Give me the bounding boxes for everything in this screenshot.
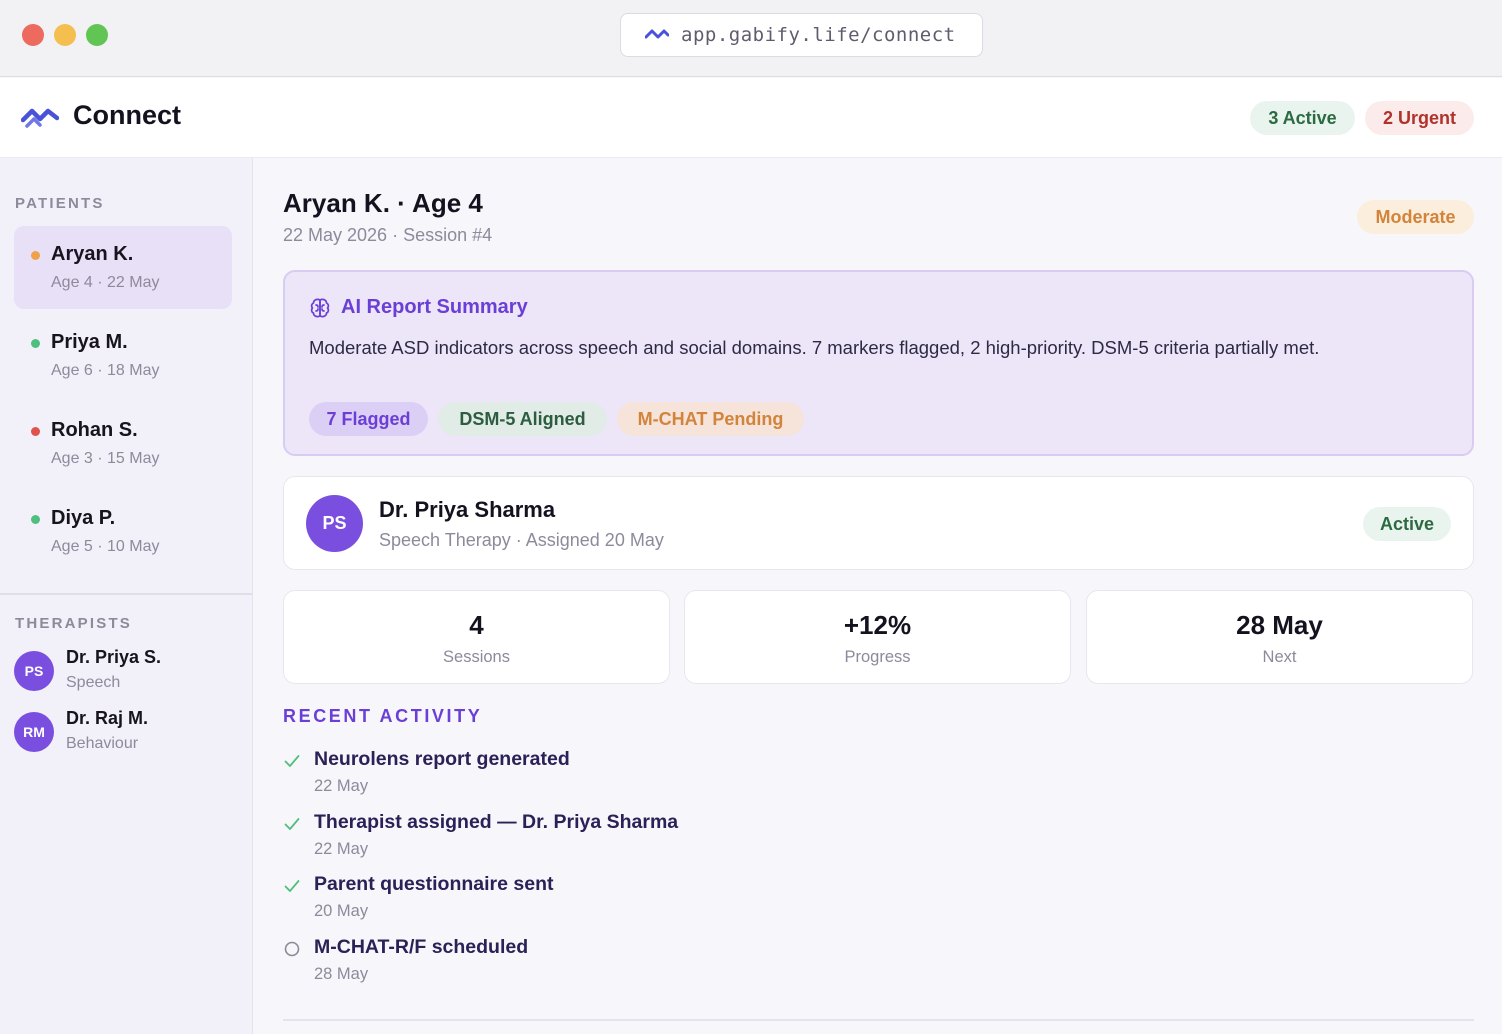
pending-circle-icon xyxy=(283,940,301,958)
ai-report-header: AI Report Summary xyxy=(309,296,528,319)
status-badge: Active xyxy=(1363,507,1451,541)
active-count-badge[interactable]: 3 Active xyxy=(1250,101,1355,135)
activity-date: 22 May xyxy=(314,777,369,795)
dsm5-tag[interactable]: DSM-5 Aligned xyxy=(438,402,607,436)
session-subtitle: 22 May 2026 · Session #4 xyxy=(283,225,493,245)
activity-item: Neurolens report generated 22 May xyxy=(283,748,983,804)
patient-meta: Age 3 · 15 May xyxy=(51,450,160,467)
ai-report-summary: Moderate ASD indicators across speech an… xyxy=(309,337,1320,358)
patient-item-diya[interactable]: Diya P. Age 5 · 10 May xyxy=(14,490,232,573)
patient-name: Priya M. xyxy=(51,331,128,353)
therapist-name: Dr. Priya Sharma xyxy=(379,497,556,522)
check-icon xyxy=(283,815,301,833)
address-text: app.gabify.life/connect xyxy=(681,24,956,46)
check-icon xyxy=(283,877,301,895)
stat-label: Next xyxy=(1262,648,1297,666)
therapist-item-raj[interactable]: RM Dr. Raj M. Behaviour xyxy=(14,708,244,760)
patient-item-aryan[interactable]: Aryan K. Age 4 · 22 May xyxy=(14,226,232,309)
ai-report-title: AI Report Summary xyxy=(341,296,528,318)
avatar: PS xyxy=(306,495,363,552)
activity-date: 28 May xyxy=(314,965,369,983)
sidebar: PATIENTS Aryan K. Age 4 · 22 May Priya M… xyxy=(0,158,253,1034)
status-dot xyxy=(31,427,40,436)
therapist-name: Dr. Priya S. xyxy=(66,647,162,667)
status-dot xyxy=(31,251,40,260)
therapists-heading: THERAPISTS xyxy=(15,615,133,632)
therapist-specialty: Behaviour xyxy=(66,735,139,752)
patient-name: Rohan S. xyxy=(51,419,138,441)
urgent-count-badge[interactable]: 2 Urgent xyxy=(1365,101,1474,135)
patient-item-priya[interactable]: Priya M. Age 6 · 18 May xyxy=(14,314,232,397)
patient-name: Diya P. xyxy=(51,507,116,529)
browser-titlebar: app.gabify.life/connect xyxy=(0,0,1502,77)
therapist-item-priya[interactable]: PS Dr. Priya S. Speech xyxy=(14,647,244,699)
stat-value: 4 xyxy=(469,610,484,640)
recent-activity-heading: RECENT ACTIVITY xyxy=(283,706,483,726)
flagged-tag[interactable]: 7 Flagged xyxy=(309,402,428,436)
app-header: Connect 3 Active 2 Urgent xyxy=(0,78,1502,158)
activity-text: Therapist assigned — Dr. Priya Sharma xyxy=(314,811,679,833)
assigned-therapist-card[interactable]: PS Dr. Priya Sharma Speech Therapy · Ass… xyxy=(283,476,1474,570)
activity-item: M-CHAT-R/F scheduled 28 May xyxy=(283,936,983,992)
patient-meta: Age 5 · 10 May xyxy=(51,538,160,555)
stat-label: Progress xyxy=(844,648,911,666)
maximize-window-button[interactable] xyxy=(86,24,108,46)
app-window: app.gabify.life/connect Connect 3 Active… xyxy=(0,0,1502,1034)
mchat-tag[interactable]: M-CHAT Pending xyxy=(617,402,804,436)
patient-name: Aryan K. xyxy=(51,243,134,265)
avatar: PS xyxy=(14,651,54,691)
status-dot xyxy=(31,339,40,348)
activity-item: Parent questionnaire sent 20 May xyxy=(283,873,983,929)
main-content: Aryan K. · Age 4 22 May 2026 · Session #… xyxy=(254,158,1502,1034)
content-divider xyxy=(283,1019,1474,1021)
close-window-button[interactable] xyxy=(22,24,44,46)
activity-date: 22 May xyxy=(314,840,369,858)
stat-card-sessions: 4 Sessions xyxy=(283,590,670,684)
therapist-assignment: Speech Therapy · Assigned 20 May xyxy=(379,530,664,550)
stat-card-progress: +12% Progress xyxy=(684,590,1071,684)
brand-logo-icon xyxy=(20,106,60,130)
patients-heading: PATIENTS xyxy=(15,195,105,212)
app-title: Connect xyxy=(73,100,181,130)
page-title: Aryan K. · Age 4 xyxy=(283,188,483,218)
sidebar-divider xyxy=(0,593,252,595)
activity-text: M-CHAT-R/F scheduled xyxy=(314,936,529,958)
minimize-window-button[interactable] xyxy=(54,24,76,46)
patient-meta: Age 4 · 22 May xyxy=(51,274,160,291)
status-dot xyxy=(31,515,40,524)
stat-label: Sessions xyxy=(443,648,510,666)
stat-value: +12% xyxy=(843,610,912,640)
activity-text: Neurolens report generated xyxy=(314,748,570,770)
check-icon xyxy=(283,752,301,770)
ai-report-card[interactable]: AI Report Summary Moderate ASD indicator… xyxy=(283,270,1474,456)
severity-badge: Moderate xyxy=(1357,200,1474,234)
therapist-specialty: Speech xyxy=(66,674,121,691)
brain-icon xyxy=(309,297,331,319)
activity-item: Therapist assigned — Dr. Priya Sharma 22… xyxy=(283,811,983,867)
stat-value: 28 May xyxy=(1236,610,1323,640)
stat-card-next: 28 May Next xyxy=(1086,590,1473,684)
address-bar[interactable]: app.gabify.life/connect xyxy=(620,13,983,57)
patient-meta: Age 6 · 18 May xyxy=(51,362,160,379)
patient-item-rohan[interactable]: Rohan S. Age 3 · 15 May xyxy=(14,402,232,485)
activity-date: 20 May xyxy=(314,902,369,920)
avatar: RM xyxy=(14,712,54,752)
activity-text: Parent questionnaire sent xyxy=(314,873,554,895)
therapist-name: Dr. Raj M. xyxy=(66,708,149,728)
site-logo-icon xyxy=(645,27,669,43)
